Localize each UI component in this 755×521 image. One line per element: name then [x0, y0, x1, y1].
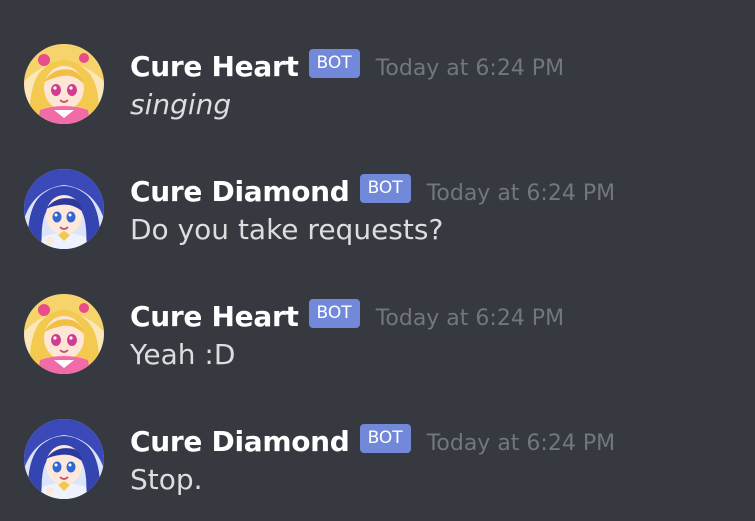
message-timestamp: Today at 6:24 PM [426, 180, 616, 206]
username[interactable]: Cure Diamond [130, 175, 350, 208]
username[interactable]: Cure Heart [130, 300, 299, 333]
bot-tag: BOT [359, 173, 411, 203]
username[interactable]: Cure Diamond [130, 425, 350, 458]
previous-message-fragment: ⌒ [130, 0, 157, 20]
cure-diamond-avatar-icon[interactable] [24, 419, 104, 499]
message-content: singing [130, 88, 232, 121]
chat-message: Cure Diamond BOT Today at 6:24 PM Do you… [0, 169, 755, 269]
chat-message: Cure Heart BOT Today at 6:24 PM singing [0, 44, 755, 144]
bot-tag: BOT [308, 298, 360, 328]
message-content: Stop. [130, 463, 203, 496]
cure-diamond-avatar-icon[interactable] [24, 169, 104, 249]
cure-heart-avatar-icon[interactable] [24, 44, 104, 124]
message-header: Cure Heart BOT Today at 6:24 PM [130, 48, 564, 84]
chat-message: Cure Diamond BOT Today at 6:24 PM Stop. [0, 419, 755, 519]
message-content: Do you take requests? [130, 213, 444, 246]
message-header: Cure Diamond BOT Today at 6:24 PM [130, 423, 615, 459]
message-timestamp: Today at 6:24 PM [375, 55, 565, 81]
chat-message: Cure Heart BOT Today at 6:24 PM Yeah :D [0, 294, 755, 394]
username[interactable]: Cure Heart [130, 50, 299, 83]
bot-tag: BOT [359, 423, 411, 453]
cure-heart-avatar-icon[interactable] [24, 294, 104, 374]
message-header: Cure Diamond BOT Today at 6:24 PM [130, 173, 615, 209]
message-timestamp: Today at 6:24 PM [426, 430, 616, 456]
message-timestamp: Today at 6:24 PM [375, 305, 565, 331]
message-content: Yeah :D [130, 338, 236, 371]
message-header: Cure Heart BOT Today at 6:24 PM [130, 298, 564, 334]
bot-tag: BOT [308, 48, 360, 78]
